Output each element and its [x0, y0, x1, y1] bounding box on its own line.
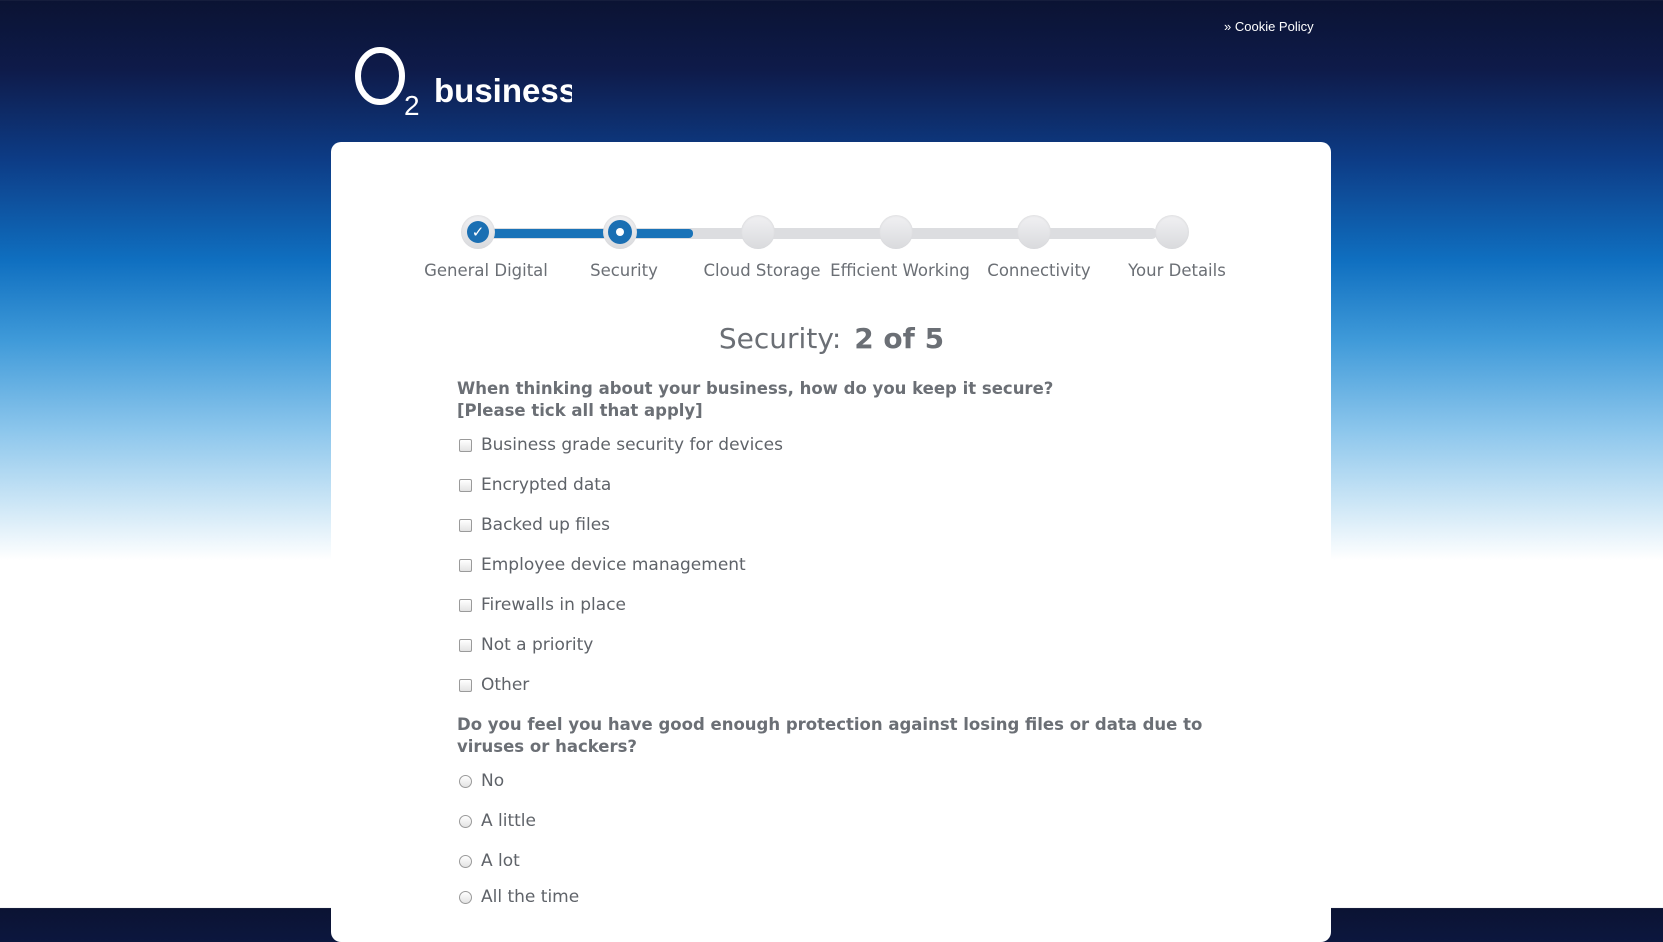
checkbox[interactable]	[459, 558, 472, 572]
option-label: Business grade security for devices	[481, 435, 783, 455]
checkmark-icon: ✓	[467, 221, 489, 243]
option-other[interactable]: Other	[459, 674, 529, 696]
step-label-cloud-storage: Cloud Storage	[703, 261, 821, 280]
stepper-progress-fill	[479, 229, 693, 238]
page-title: Security: 2 of 5	[0, 322, 1663, 355]
step-label-your-details: Your Details	[1128, 261, 1226, 280]
option-firewalls-in-place[interactable]: Firewalls in place	[459, 594, 626, 616]
option-label: Backed up files	[481, 515, 611, 535]
question-2-text: Do you feel you have good enough protect…	[457, 714, 1202, 758]
radio-button[interactable]	[459, 774, 472, 788]
option-employee-device-management[interactable]: Employee device management	[459, 554, 746, 576]
step-node-efficient-working[interactable]	[879, 215, 913, 249]
svg-text:2: 2	[404, 90, 420, 120]
option-a-lot[interactable]: A lot	[459, 850, 520, 872]
page-title-progress: 2 of 5	[854, 322, 945, 355]
option-business-grade-security[interactable]: Business grade security for devices	[459, 434, 783, 456]
question-2-line-1: Do you feel you have good enough protect…	[457, 715, 1203, 734]
option-label: All the time	[481, 887, 580, 907]
option-a-little[interactable]: A little	[459, 810, 536, 832]
o2-logo-icon: 2 business	[355, 47, 572, 120]
step-node-security[interactable]	[603, 215, 637, 249]
radio-button[interactable]	[459, 854, 472, 868]
checkbox[interactable]	[459, 438, 472, 452]
option-label: No	[481, 771, 505, 791]
question-2-line-2: viruses or hackers?	[457, 737, 638, 756]
option-label: A little	[481, 811, 536, 831]
option-label: Employee device management	[481, 555, 746, 575]
option-all-the-time[interactable]: All the time	[459, 886, 579, 908]
option-label: Firewalls in place	[481, 595, 627, 615]
option-backed-up-files[interactable]: Backed up files	[459, 514, 610, 536]
step-label-connectivity: Connectivity	[987, 261, 1091, 280]
page-title-section: Security:	[718, 322, 842, 355]
option-not-a-priority[interactable]: Not a priority	[459, 634, 593, 656]
checkbox[interactable]	[459, 678, 472, 692]
option-label: Not a priority	[481, 635, 594, 655]
option-label: A lot	[481, 851, 520, 871]
step-node-your-details[interactable]	[1155, 215, 1189, 249]
radio-button[interactable]	[459, 814, 472, 828]
progress-stepper: ✓ General Digital Security Cloud Storage…	[331, 142, 1331, 292]
step-node-cloud-storage[interactable]	[741, 215, 775, 249]
checkbox[interactable]	[459, 478, 472, 492]
step-node-general-digital[interactable]: ✓	[461, 215, 495, 249]
checkbox[interactable]	[459, 638, 472, 652]
step-label-security: Security	[590, 261, 658, 280]
current-step-icon	[608, 220, 632, 244]
option-no[interactable]: No	[459, 770, 504, 792]
option-label: Other	[481, 675, 530, 695]
cookie-policy-link[interactable]: » Cookie Policy	[1224, 19, 1314, 34]
step-label-general-digital: General Digital	[424, 261, 548, 280]
step-node-connectivity[interactable]	[1017, 215, 1051, 249]
svg-text:business: business	[434, 72, 572, 109]
o2-business-logo[interactable]: 2 business	[352, 40, 572, 120]
option-encrypted-data[interactable]: Encrypted data	[459, 474, 611, 496]
radio-button[interactable]	[459, 890, 472, 904]
question-1-line-2: [Please tick all that apply]	[457, 401, 703, 420]
checkbox[interactable]	[459, 518, 472, 532]
question-1-text: When thinking about your business, how d…	[457, 378, 1053, 422]
checkbox[interactable]	[459, 598, 472, 612]
step-label-efficient-working: Efficient Working	[830, 261, 970, 280]
question-1-line-1: When thinking about your business, how d…	[457, 379, 1054, 398]
option-label: Encrypted data	[481, 475, 612, 495]
